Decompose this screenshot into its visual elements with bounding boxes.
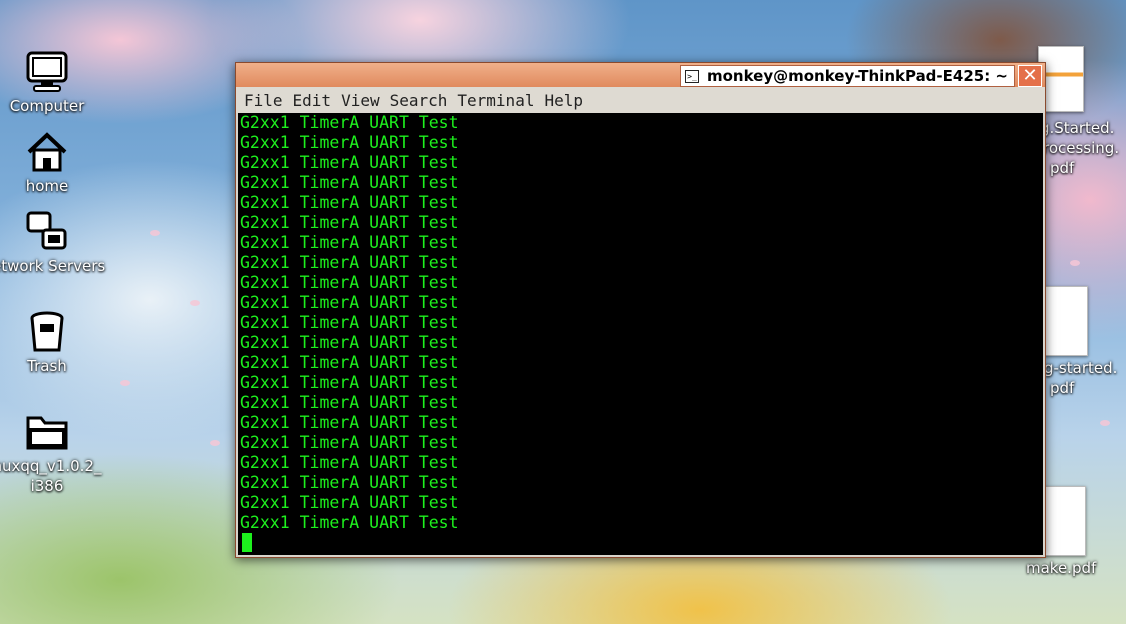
desktop-icon-network-servers[interactable]: etwork Servers: [0, 210, 106, 276]
menu-search[interactable]: Search: [390, 91, 448, 110]
close-button[interactable]: ✕: [1018, 65, 1042, 87]
menu-bar: File Edit View Search Terminal Help: [236, 87, 1045, 113]
desktop-icon-label: i386: [30, 477, 64, 495]
terminal-line: G2xx1 TimerA UART Test: [240, 273, 459, 292]
window-titlebar[interactable]: >_ monkey@monkey-ThinkPad-E425: ~ ✕: [236, 63, 1045, 87]
petal: [210, 440, 220, 446]
menu-help[interactable]: Help: [544, 91, 583, 110]
terminal-line: G2xx1 TimerA UART Test: [240, 393, 459, 412]
network-servers-icon: [25, 210, 69, 254]
desktop-icon-computer[interactable]: Computer: [0, 50, 102, 116]
desktop-icon-label: Computer: [9, 97, 85, 115]
terminal-icon: >_: [684, 69, 699, 83]
desktop-file-label: g-started.: [1044, 359, 1118, 377]
terminal-line: G2xx1 TimerA UART Test: [240, 413, 459, 432]
desktop-icon-trash[interactable]: Trash: [0, 310, 102, 376]
petal: [1070, 260, 1080, 266]
desktop-icon-home[interactable]: home: [0, 130, 102, 196]
terminal-line: G2xx1 TimerA UART Test: [240, 193, 459, 212]
menu-view[interactable]: View: [341, 91, 380, 110]
terminal-line: G2xx1 TimerA UART Test: [240, 473, 459, 492]
window-title: monkey@monkey-ThinkPad-E425: ~: [706, 67, 1008, 85]
desktop-icon-label: nuxqq_v1.0.2_: [0, 457, 102, 475]
petal: [150, 230, 160, 236]
petal: [120, 380, 130, 386]
pdf-thumbnail-icon: [1042, 486, 1086, 556]
desktop-file-label: pdf: [1050, 159, 1075, 177]
desktop-icon-folder[interactable]: nuxqq_v1.0.2_ i386: [0, 410, 102, 496]
desktop-icon-label: Trash: [27, 357, 67, 375]
desktop-icon-label: home: [25, 177, 69, 195]
desktop-file-label: pdf: [1050, 379, 1075, 397]
terminal-line: G2xx1 TimerA UART Test: [240, 173, 459, 192]
menu-file[interactable]: File: [244, 91, 283, 110]
terminal-line: G2xx1 TimerA UART Test: [240, 313, 459, 332]
petal: [1100, 420, 1110, 426]
trash-icon: [25, 310, 69, 354]
terminal-line: G2xx1 TimerA UART Test: [240, 233, 459, 252]
folder-icon: [25, 410, 69, 454]
terminal-line: G2xx1 TimerA UART Test: [240, 353, 459, 372]
terminal-line: G2xx1 TimerA UART Test: [240, 493, 459, 512]
terminal-cursor: [242, 533, 252, 552]
terminal-line: G2xx1 TimerA UART Test: [240, 153, 459, 172]
terminal-line: G2xx1 TimerA UART Test: [240, 433, 459, 452]
terminal-line: G2xx1 TimerA UART Test: [240, 373, 459, 392]
terminal-line: G2xx1 TimerA UART Test: [240, 113, 459, 132]
terminal-line: G2xx1 TimerA UART Test: [240, 513, 459, 532]
menu-terminal[interactable]: Terminal: [457, 91, 534, 110]
menu-edit[interactable]: Edit: [293, 91, 332, 110]
pdf-thumbnail-icon: [1044, 286, 1088, 356]
terminal-prompt-line: [238, 533, 1043, 553]
terminal-window[interactable]: >_ monkey@monkey-ThinkPad-E425: ~ ✕ File…: [235, 62, 1046, 558]
home-icon: [25, 130, 69, 174]
terminal-line: G2xx1 TimerA UART Test: [240, 133, 459, 152]
desktop-file-label: make.pdf: [1026, 559, 1097, 577]
terminal-line: G2xx1 TimerA UART Test: [240, 293, 459, 312]
petal: [190, 300, 200, 306]
desktop-icon-label: etwork Servers: [0, 257, 106, 275]
window-title-tab[interactable]: >_ monkey@monkey-ThinkPad-E425: ~: [679, 65, 1015, 87]
terminal-output[interactable]: G2xx1 TimerA UART Test G2xx1 TimerA UART…: [238, 113, 1043, 555]
terminal-line: G2xx1 TimerA UART Test: [240, 453, 459, 472]
terminal-line: G2xx1 TimerA UART Test: [240, 253, 459, 272]
computer-icon: [25, 50, 69, 94]
terminal-line: G2xx1 TimerA UART Test: [240, 213, 459, 232]
desktop-file-label: g.Started.: [1040, 119, 1115, 137]
desktop-file-label: rocessing.: [1043, 139, 1120, 157]
terminal-line: G2xx1 TimerA UART Test: [240, 333, 459, 352]
